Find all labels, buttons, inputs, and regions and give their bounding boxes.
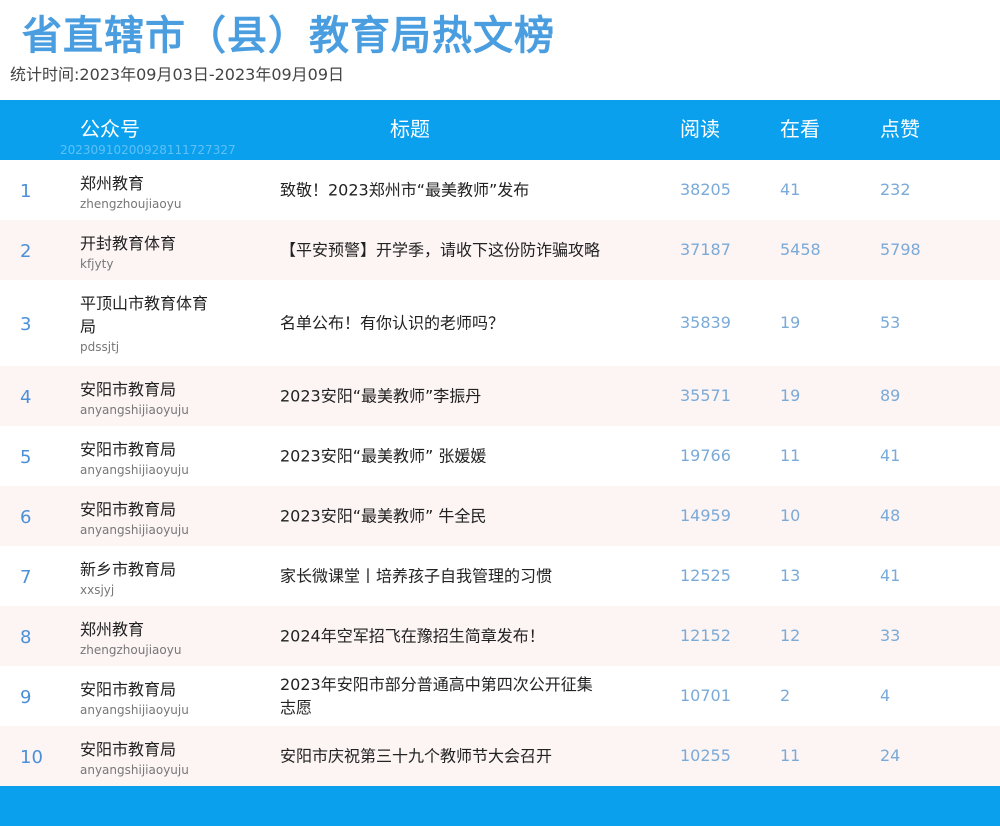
- table-row[interactable]: 2 开封教育体育 kfjyty 【平安预警】开学季，请收下这份防诈骗攻略 3718…: [0, 220, 1000, 280]
- looking-count: 10: [780, 506, 801, 525]
- article-title[interactable]: 2024年空军招飞在豫招生简章发布！: [280, 625, 600, 648]
- looking-count: 11: [780, 746, 801, 765]
- like-count: 33: [880, 626, 901, 645]
- read-count: 12525: [680, 566, 731, 585]
- article-title[interactable]: 2023安阳“最美教师” 牛全民: [280, 505, 600, 528]
- table-row[interactable]: 7 新乡市教育局 xxsjyj 家长微课堂丨培养孩子自我管理的习惯 12525 1…: [0, 546, 1000, 606]
- article-title[interactable]: 2023安阳“最美教师” 张媛媛: [280, 445, 600, 468]
- read-count: 38205: [680, 180, 731, 199]
- rank: 6: [20, 507, 32, 529]
- read-count: 14959: [680, 506, 731, 525]
- account-name[interactable]: 新乡市教育局: [80, 558, 230, 581]
- rank: 3: [20, 314, 32, 336]
- rank: 1: [20, 181, 32, 203]
- rank: 4: [20, 387, 32, 409]
- looking-count: 19: [780, 386, 801, 405]
- account-name[interactable]: 安阳市教育局: [80, 378, 230, 401]
- footer-bar: [0, 786, 1000, 826]
- watermark-id: 20230910200928111727327: [60, 143, 236, 157]
- account-name[interactable]: 开封教育体育: [80, 232, 230, 255]
- like-count: 48: [880, 506, 901, 525]
- like-count: 232: [880, 180, 911, 199]
- col-account: 公众号: [80, 117, 140, 141]
- table-row[interactable]: 3 平顶山市教育体育局 pdssjtj 名单公布！有你认识的老师吗？ 35839 …: [0, 280, 1000, 366]
- col-like: 点赞: [880, 117, 920, 141]
- looking-count: 2: [780, 686, 791, 705]
- like-count: 53: [880, 313, 901, 332]
- table-row[interactable]: 9 安阳市教育局 anyangshijiaoyuju 2023年安阳市部分普通高中…: [0, 666, 1000, 726]
- article-title[interactable]: 家长微课堂丨培养孩子自我管理的习惯: [280, 565, 600, 588]
- like-count: 24: [880, 746, 901, 765]
- account-id: anyangshijiaoyuju: [80, 703, 189, 717]
- like-count: 4: [880, 686, 891, 705]
- account-id: zhengzhoujiaoyu: [80, 197, 182, 211]
- account-name[interactable]: 安阳市教育局: [80, 438, 230, 461]
- looking-count: 12: [780, 626, 801, 645]
- account-name[interactable]: 安阳市教育局: [80, 738, 230, 761]
- table-row[interactable]: 4 安阳市教育局 anyangshijiaoyuju 2023安阳“最美教师”李振…: [0, 366, 1000, 426]
- col-looking: 在看: [780, 117, 820, 141]
- rank: 5: [20, 447, 32, 469]
- account-id: anyangshijiaoyuju: [80, 463, 189, 477]
- account-id: zhengzhoujiaoyu: [80, 643, 182, 657]
- account-id: anyangshijiaoyuju: [80, 403, 189, 417]
- table-row[interactable]: 5 安阳市教育局 anyangshijiaoyuju 2023安阳“最美教师” 张…: [0, 426, 1000, 486]
- rank: 9: [20, 687, 32, 709]
- table-header: 公众号 标题 阅读 在看 点赞 20230910200928111727327: [0, 100, 1000, 160]
- article-title[interactable]: 2023安阳“最美教师”李振丹: [280, 385, 600, 408]
- looking-count: 13: [780, 566, 801, 585]
- article-title[interactable]: 【平安预警】开学季，请收下这份防诈骗攻略: [280, 239, 600, 262]
- looking-count: 11: [780, 446, 801, 465]
- account-id: pdssjtj: [80, 340, 120, 354]
- looking-count: 19: [780, 313, 801, 332]
- account-name[interactable]: 安阳市教育局: [80, 498, 230, 521]
- article-title[interactable]: 名单公布！有你认识的老师吗？: [280, 312, 600, 335]
- article-title[interactable]: 安阳市庆祝第三十九个教师节大会召开: [280, 745, 600, 768]
- account-name[interactable]: 平顶山市教育体育局: [80, 292, 220, 338]
- account-name[interactable]: 郑州教育: [80, 618, 230, 641]
- looking-count: 5458: [780, 240, 821, 259]
- read-count: 37187: [680, 240, 731, 259]
- col-title: 标题: [390, 117, 430, 141]
- table-row[interactable]: 8 郑州教育 zhengzhoujiaoyu 2024年空军招飞在豫招生简章发布！…: [0, 606, 1000, 666]
- table-row[interactable]: 10 安阳市教育局 anyangshijiaoyuju 安阳市庆祝第三十九个教师节…: [0, 726, 1000, 786]
- read-count: 35839: [680, 313, 731, 332]
- rank: 2: [20, 241, 32, 263]
- page-title: 省直辖市（县）教育局热文榜: [22, 13, 555, 59]
- stat-period: 统计时间:2023年09月03日-2023年09月09日: [10, 65, 345, 84]
- looking-count: 41: [780, 180, 801, 199]
- rank: 10: [20, 747, 43, 769]
- read-count: 12152: [680, 626, 731, 645]
- article-title[interactable]: 2023年安阳市部分普通高中第四次公开征集志愿: [280, 673, 600, 719]
- like-count: 5798: [880, 240, 921, 259]
- read-count: 35571: [680, 386, 731, 405]
- account-id: anyangshijiaoyuju: [80, 523, 189, 537]
- table-row[interactable]: 6 安阳市教育局 anyangshijiaoyuju 2023安阳“最美教师” 牛…: [0, 486, 1000, 546]
- account-id: xxsjyj: [80, 583, 115, 597]
- account-name[interactable]: 安阳市教育局: [80, 678, 230, 701]
- like-count: 89: [880, 386, 901, 405]
- like-count: 41: [880, 446, 901, 465]
- rank: 8: [20, 627, 32, 649]
- read-count: 10255: [680, 746, 731, 765]
- read-count: 10701: [680, 686, 731, 705]
- like-count: 41: [880, 566, 901, 585]
- table-row[interactable]: 1 郑州教育 zhengzhoujiaoyu 致敬！2023郑州市“最美教师”发布…: [0, 160, 1000, 220]
- col-read: 阅读: [680, 117, 720, 141]
- article-title[interactable]: 致敬！2023郑州市“最美教师”发布: [280, 179, 600, 202]
- account-id: anyangshijiaoyuju: [80, 763, 189, 777]
- rank: 7: [20, 567, 32, 589]
- account-name[interactable]: 郑州教育: [80, 172, 230, 195]
- read-count: 19766: [680, 446, 731, 465]
- account-id: kfjyty: [80, 257, 114, 271]
- ranking-table: 1 郑州教育 zhengzhoujiaoyu 致敬！2023郑州市“最美教师”发布…: [0, 160, 1000, 786]
